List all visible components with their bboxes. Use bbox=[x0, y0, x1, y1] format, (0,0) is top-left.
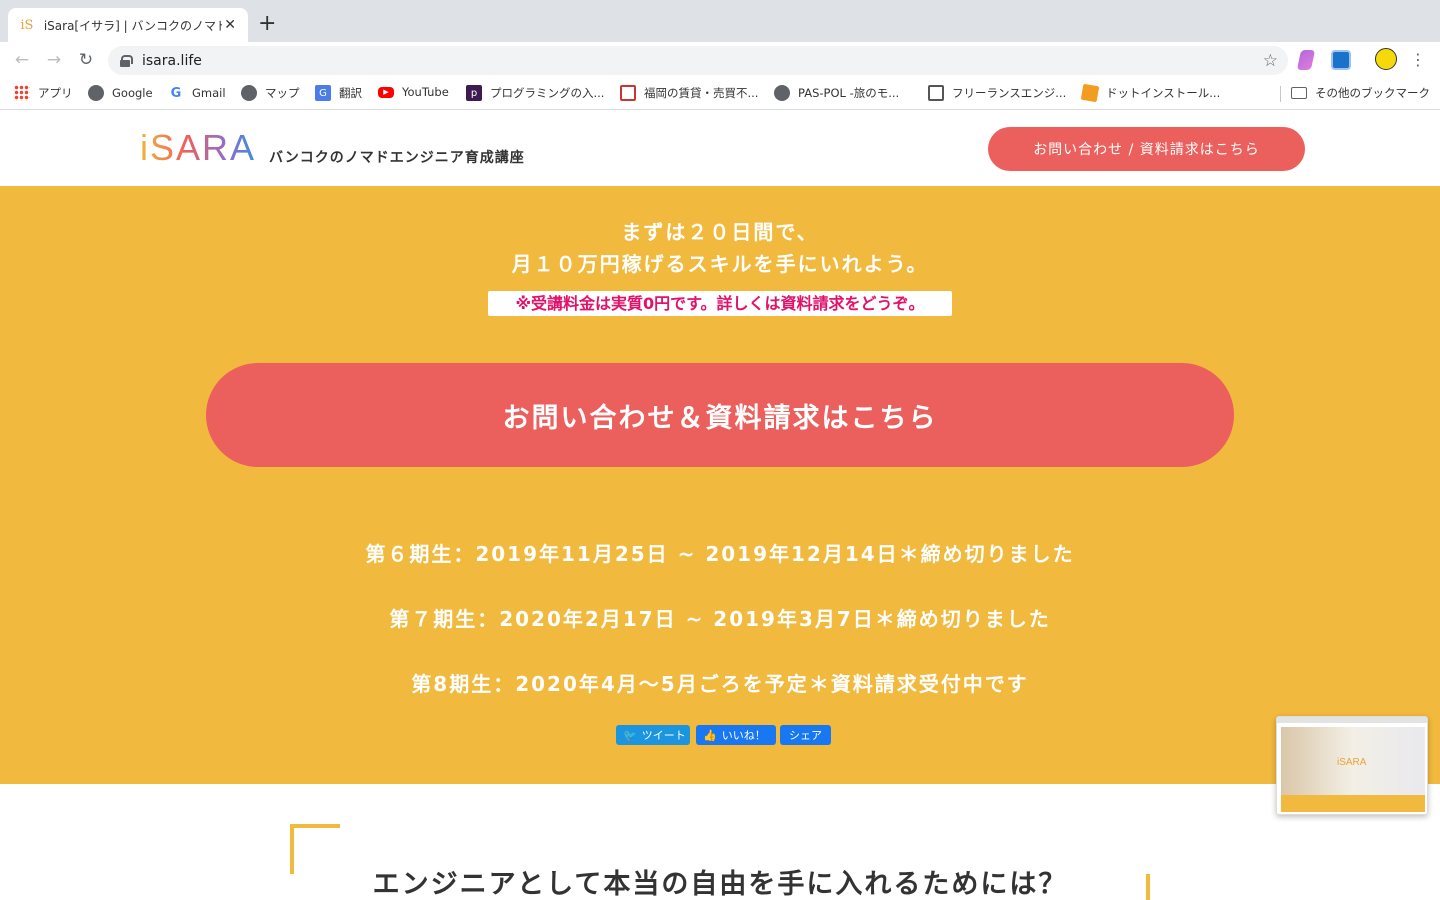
site-logo[interactable]: iSARA bbox=[140, 127, 256, 169]
bookmark-paspol[interactable]: PAS-POL -旅のモ... bbox=[774, 85, 899, 101]
extension-icon[interactable] bbox=[1296, 50, 1316, 70]
extension-icon[interactable] bbox=[1331, 50, 1351, 70]
bookmark-dotinstall[interactable]: ドットインストール... bbox=[1080, 83, 1221, 103]
cohort-6-schedule: 第６期生：2019年11月25日 ~ 2019年12月14日＊締め切りました bbox=[365, 542, 1075, 566]
address-bar[interactable]: isara.life ☆ bbox=[108, 46, 1288, 75]
apps-grid-icon bbox=[14, 85, 30, 101]
folder-icon bbox=[1291, 87, 1307, 99]
bookmark-youtube[interactable]: ▶ YouTube bbox=[378, 85, 449, 99]
favicon-icon: iS bbox=[20, 17, 34, 33]
tweet-button[interactable]: 🐦 ツイート bbox=[616, 725, 690, 745]
house-icon bbox=[928, 85, 944, 101]
thumbnail-logo: iSARA bbox=[1337, 757, 1367, 768]
bookmark-label: PAS-POL -旅のモ... bbox=[798, 86, 900, 100]
bookmark-label: Google bbox=[112, 86, 153, 100]
bookmark-label: Gmail bbox=[192, 86, 226, 100]
bookmark-star-icon[interactable]: ☆ bbox=[1263, 51, 1278, 71]
browser-tab[interactable]: iS iSara[イサラ] | バンコクのノマドエンジニア育成講座 ✕ bbox=[8, 8, 248, 42]
bookmark-gmail[interactable]: G Gmail bbox=[168, 85, 226, 101]
bookmark-label: アプリ bbox=[38, 86, 73, 100]
bookmark-progate[interactable]: p プログラミングの入... bbox=[466, 85, 604, 101]
hero-section: まずは２０日間で、 月１０万円稼げるスキルを手にいれよう。 ※受講料金は実質0円… bbox=[0, 186, 1440, 784]
bookmark-fukuoka[interactable]: 福岡の賃貸・売買不... bbox=[620, 85, 758, 101]
twitter-bird-icon: 🐦 bbox=[623, 728, 637, 742]
bookmark-label: マップ bbox=[265, 86, 300, 100]
bookmark-label: YouTube bbox=[402, 85, 449, 99]
bookmark-apps[interactable]: アプリ bbox=[14, 85, 73, 101]
tweet-label: ツイート bbox=[641, 729, 686, 742]
bookmark-google[interactable]: Google bbox=[88, 85, 153, 101]
section-title: エンジニアとして本当の自由を手に入れるためには？ bbox=[372, 869, 1068, 900]
bookmarks-divider bbox=[1280, 86, 1281, 102]
facebook-like-button[interactable]: 👍 いいね！ bbox=[696, 725, 776, 745]
reload-icon[interactable]: ↻ bbox=[76, 50, 96, 70]
globe-icon bbox=[774, 85, 790, 101]
progate-icon: p bbox=[466, 85, 482, 101]
hero-headline-line2: 月１０万円稼げるスキルを手にいれよう。 bbox=[511, 252, 929, 276]
bookmark-label: その他のブックマーク bbox=[1315, 86, 1430, 100]
forward-arrow-icon[interactable]: → bbox=[44, 50, 64, 70]
facebook-share-button[interactable]: シェア bbox=[780, 725, 831, 745]
google-icon: G bbox=[168, 85, 184, 101]
cohort-8-schedule: 第8期生：2020年4月〜5月ごろを予定＊資料請求受付中です bbox=[411, 672, 1029, 696]
back-arrow-icon[interactable]: ← bbox=[12, 50, 32, 70]
like-label: いいね！ bbox=[721, 729, 766, 742]
new-tab-icon[interactable]: + bbox=[258, 13, 276, 35]
globe-icon bbox=[241, 85, 257, 101]
thumbnail-footer bbox=[1281, 795, 1425, 812]
bookmark-label: 翻訳 bbox=[339, 86, 362, 100]
youtube-icon: ▶ bbox=[378, 86, 394, 98]
thumbs-up-icon: 👍 bbox=[703, 728, 717, 742]
site-header: iSARA バンコクのノマドエンジニア育成講座 お問い合わせ / 資料請求はこち… bbox=[0, 111, 1440, 186]
thumbnail-browser-bar bbox=[1277, 717, 1427, 723]
hero-headline-line1: まずは２０日間で、 bbox=[621, 220, 819, 244]
bookmark-label: ドットインストール... bbox=[1106, 86, 1221, 100]
chrome-menu-icon[interactable]: ⋮ bbox=[1410, 50, 1426, 69]
home-icon bbox=[620, 85, 636, 101]
close-tab-icon[interactable]: ✕ bbox=[222, 17, 238, 33]
contact-request-button[interactable]: お問い合わせ＆資料請求はこちら bbox=[206, 363, 1234, 467]
site-tagline: バンコクのノマドエンジニア育成講座 bbox=[269, 150, 525, 166]
bookmark-label: 福岡の賃貸・売買不... bbox=[644, 86, 759, 100]
page-preview-thumbnail[interactable]: iSARA bbox=[1276, 716, 1428, 815]
dotinstall-icon bbox=[1080, 83, 1100, 103]
profile-avatar[interactable] bbox=[1375, 48, 1397, 70]
header-contact-button[interactable]: お問い合わせ / 資料請求はこちら bbox=[988, 127, 1305, 171]
bookmark-translate[interactable]: G 翻訳 bbox=[315, 85, 362, 101]
fee-notice: ※受講料金は実質0円です。詳しくは資料請求をどうぞ。 bbox=[488, 291, 952, 316]
globe-icon bbox=[88, 85, 104, 101]
bookmark-label: フリーランスエンジ... bbox=[952, 86, 1067, 100]
tab-strip: iS iSara[イサラ] | バンコクのノマドエンジニア育成講座 ✕ + bbox=[0, 0, 1440, 42]
url-text[interactable]: isara.life bbox=[142, 53, 202, 69]
cohort-7-schedule: 第７期生：2020年2月17日 ~ 2019年3月7日＊締め切りました bbox=[389, 607, 1051, 631]
lock-icon[interactable] bbox=[120, 54, 133, 67]
bookmark-other-folder[interactable]: その他のブックマーク bbox=[1291, 85, 1430, 101]
bookmarks-bar: アプリ Google G Gmail マップ G 翻訳 ▶ YouTube p プログラ… bbox=[0, 78, 1440, 110]
bookmark-label: プログラミングの入... bbox=[490, 86, 605, 100]
tab-title: iSara[イサラ] | バンコクのノマドエンジニア育成講座 bbox=[43, 18, 223, 33]
freedom-section: エンジニアとして本当の自由を手に入れるためには？ bbox=[0, 784, 1440, 900]
browser-toolbar: ← → ↻ isara.life ☆ ⋮ bbox=[0, 42, 1440, 78]
translate-icon: G bbox=[315, 85, 331, 101]
bookmark-maps[interactable]: マップ bbox=[241, 85, 300, 101]
bookmark-freelance[interactable]: フリーランスエンジ... bbox=[928, 85, 1066, 101]
